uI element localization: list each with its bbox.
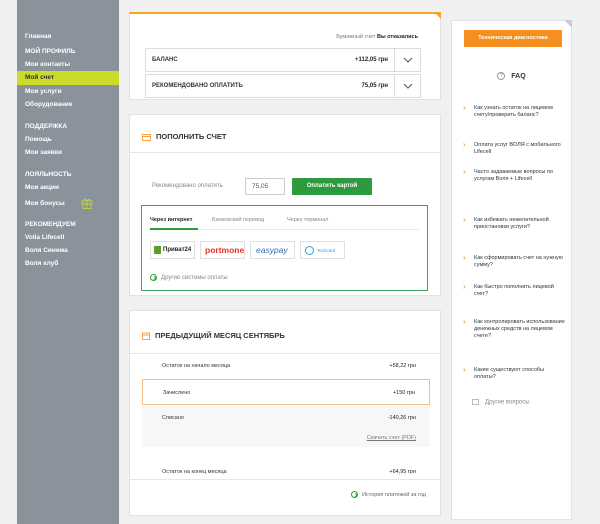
credited-value: +150 грн <box>392 390 415 396</box>
techcard-label: Techcard <box>317 248 336 253</box>
techcard-mark <box>305 246 314 255</box>
gift-icon <box>81 198 93 209</box>
chat-icon <box>472 399 479 405</box>
recommended-expand-button[interactable] <box>394 75 420 97</box>
recommended-label: РЕКОМЕНДОВАНО ОПЛАТИТЬ <box>152 83 243 89</box>
recommended-row[interactable]: РЕКОМЕНДОВАНО ОПЛАТИТЬ 75,05 грн <box>145 74 421 98</box>
recommended-value: 75,05 грн <box>361 83 388 89</box>
paper-bill-label: Бумажный счет <box>336 34 376 40</box>
sidebar-item-equipment[interactable]: Оборудование <box>17 98 119 111</box>
topup-card: ПОПОЛНИТЬ СЧЕТ Рекомендовано оплатить 75… <box>129 114 441 296</box>
balance-expand-button[interactable] <box>394 49 420 71</box>
tab-internet[interactable]: Через интернет <box>150 217 192 223</box>
faq-item[interactable]: Как сформировать счет на нужную сумму? <box>463 254 566 269</box>
closing-balance-row: Остаток на конец месяца +64,95 грн <box>142 459 430 485</box>
sidebar-item-services[interactable]: Мои услуги <box>17 85 119 98</box>
closing-balance-label: Остаток на конец месяца <box>162 469 227 475</box>
wallet-icon <box>142 133 151 141</box>
opening-balance-value: +58,22 грн <box>389 363 416 369</box>
balance-card: Бумажный счет Вы отказались БАЛАНС +112,… <box>129 12 441 100</box>
sidebar: Главная МОЙ ПРОФИЛЬ Мои контакты Мой сче… <box>17 0 119 524</box>
faq-item[interactable]: Какие существуют способы оплаты? <box>463 366 566 381</box>
balance-label: БАЛАНС <box>152 57 178 63</box>
faq-title: ? FAQ <box>452 72 571 80</box>
opening-balance-label: Остаток на начало месяца <box>162 363 231 369</box>
balance-value: +112,05 грн <box>355 57 388 63</box>
sidebar-section-support: ПОДДЕРЖКА <box>25 123 68 130</box>
faq-panel: Техническая диагностика ? FAQ Как узнать … <box>451 20 572 520</box>
techcard-logo[interactable]: Techcard <box>300 241 345 259</box>
chevron-down-icon <box>403 57 413 63</box>
active-tab-indicator <box>150 228 198 230</box>
privat24-logo[interactable]: Приват24 <box>150 241 195 259</box>
download-pdf-link[interactable]: Скачать счет (PDF) <box>367 435 416 441</box>
sidebar-item-bonuses-label: Мои бонусы <box>25 200 65 207</box>
paper-bill-value[interactable]: Вы отказались <box>377 34 418 40</box>
sidebar-item-volia-cinema[interactable]: Воля Синема <box>17 244 119 257</box>
privat24-label: Приват24 <box>163 247 192 253</box>
credited-row: Зачислено +150 грн <box>142 379 430 405</box>
calendar-icon <box>142 332 150 340</box>
payment-history-link[interactable]: История платежей за год <box>351 491 426 498</box>
chevron-down-icon <box>403 83 413 89</box>
sidebar-item-contacts[interactable]: Мои контакты <box>17 58 119 71</box>
debited-value: -140,26 грн <box>387 415 416 421</box>
pay-by-card-button[interactable]: Оплатить картой <box>292 178 372 195</box>
sidebar-item-requests[interactable]: Мои заявки <box>17 146 119 159</box>
sidebar-section-recommend: РЕКОМЕНДУЕМ <box>25 221 76 228</box>
main-content: Бумажный счет Вы отказались БАЛАНС +112,… <box>129 12 441 516</box>
sidebar-item-volia-lifecell[interactable]: Volia Lifecell <box>17 231 119 244</box>
sidebar-section-loyalty: ЛОЯЛЬНОСТЬ <box>25 171 72 178</box>
payment-methods-box: Через интернет Банковский перевод Через … <box>141 205 428 291</box>
question-icon: ? <box>497 72 506 80</box>
other-questions-link[interactable]: Другие вопросы <box>472 399 530 406</box>
sidebar-item-bonuses[interactable]: Мои бонусы <box>17 194 119 214</box>
portmone-label: portmone <box>205 245 245 255</box>
topup-title-text: ПОПОЛНИТЬ СЧЕТ <box>156 132 227 141</box>
easypay-logo[interactable]: easypay <box>250 241 295 259</box>
topup-title: ПОПОЛНИТЬ СЧЕТ <box>142 132 226 141</box>
balance-row[interactable]: БАЛАНС +112,05 грн <box>145 48 421 72</box>
check-circle-icon <box>351 491 359 498</box>
faq-title-text: FAQ <box>511 72 526 80</box>
closing-balance-value: +64,95 грн <box>389 469 416 475</box>
faq-item[interactable]: Оплата услуг ВОЛЯ с мобильного Lifecell <box>463 141 566 156</box>
other-questions-label: Другие вопросы <box>485 399 530 406</box>
recommended-pay-label: Рекомендовано оплатить <box>152 183 223 189</box>
sidebar-item-my-account[interactable]: Мой счет <box>17 71 119 85</box>
privat24-mark <box>154 246 161 254</box>
paper-bill-status: Бумажный счет Вы отказались <box>336 34 418 40</box>
portmone-logo[interactable]: portmone <box>200 241 245 259</box>
faq-item[interactable]: Как быстро пополнить лицевой счет? <box>463 283 566 298</box>
credited-label: Зачислено <box>163 390 191 396</box>
divider <box>130 479 440 480</box>
amount-input[interactable]: 75,05 <box>245 178 285 195</box>
other-payment-systems-link[interactable]: Другие системы оплаты <box>150 274 228 281</box>
sidebar-item-volia-club[interactable]: Воля клуб <box>17 257 119 270</box>
other-payment-systems-label: Другие системы оплаты <box>161 275 228 282</box>
debited-label: Списано <box>162 415 184 421</box>
faq-item[interactable]: Часто задаваемые вопросы по услугам Воля… <box>463 168 566 183</box>
easypay-label: easypay <box>256 245 288 255</box>
previous-month-title-text: ПРЕДЫДУЩИЙ МЕСЯЦ СЕНТЯБРЬ <box>155 331 285 340</box>
tab-bank-transfer[interactable]: Банковский перевод <box>212 217 264 223</box>
previous-month-card: ПРЕДЫДУЩИЙ МЕСЯЦ СЕНТЯБРЬ Остаток на нач… <box>129 310 441 516</box>
debited-row: Списано -140,26 грн Скачать счет (PDF) <box>142 405 430 447</box>
sidebar-item-help[interactable]: Помощь <box>17 133 119 146</box>
faq-item[interactable]: Как контролировать использование денежны… <box>463 318 566 341</box>
payment-history-label: История платежей за год <box>362 491 426 498</box>
tab-terminal[interactable]: Через терминал <box>287 217 329 223</box>
sidebar-item-promotions[interactable]: Мои акции <box>17 181 119 194</box>
opening-balance-row: Остаток на начало месяца +58,22 грн <box>142 353 430 379</box>
card-corner <box>434 12 441 19</box>
check-circle-icon <box>150 274 157 281</box>
sidebar-item-home[interactable]: Главная <box>17 30 119 43</box>
divider <box>130 152 440 153</box>
card-corner <box>564 20 572 28</box>
sidebar-section-profile: МОЙ ПРОФИЛЬ <box>25 48 76 55</box>
faq-item[interactable]: Как узнать остаток на лицевом счету/пров… <box>463 104 566 119</box>
faq-item[interactable]: Как избежать нежелательной приостановки … <box>463 216 566 231</box>
previous-month-title: ПРЕДЫДУЩИЙ МЕСЯЦ СЕНТЯБРЬ <box>142 331 285 340</box>
tech-diagnostics-button[interactable]: Техническая диагностика <box>464 30 562 47</box>
